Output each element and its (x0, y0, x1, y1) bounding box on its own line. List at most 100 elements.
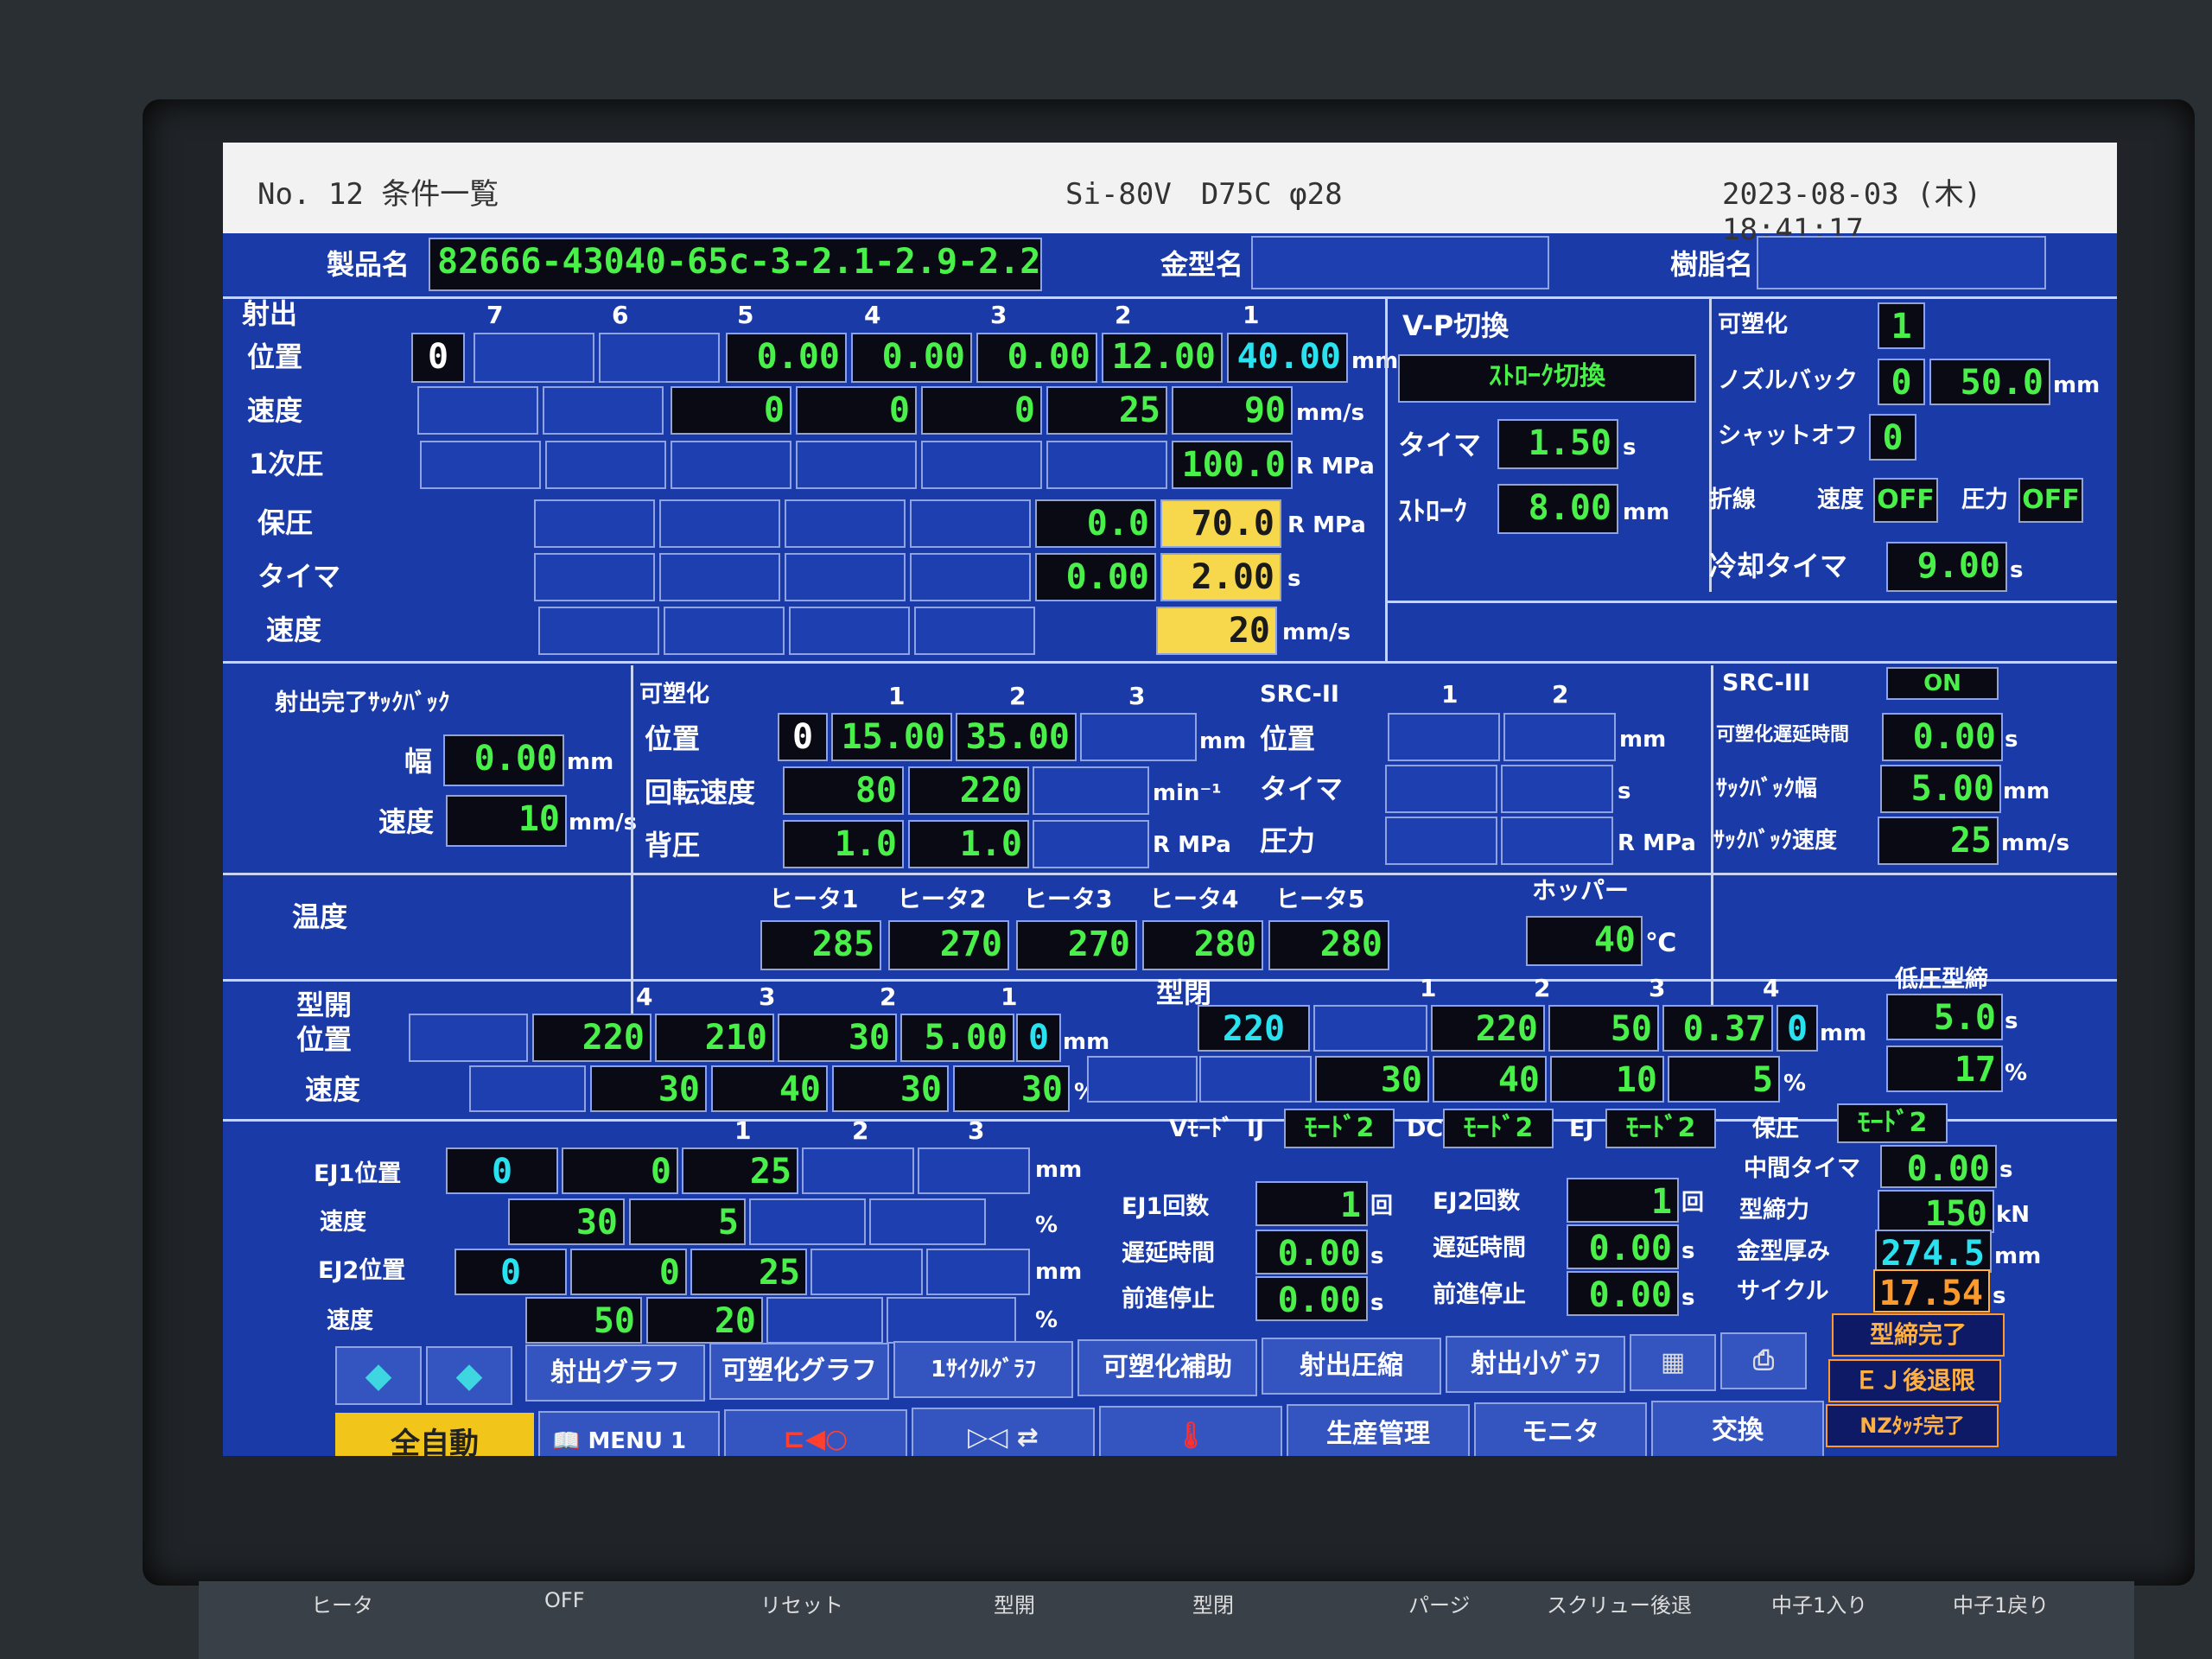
low-pressure-speed[interactable]: 17 (1886, 1046, 2003, 1092)
ej2-speed-1[interactable]: 50 (525, 1297, 642, 1344)
ej1-speed-3[interactable] (749, 1198, 866, 1245)
hold-pressure-step1[interactable]: 70.0 (1160, 499, 1281, 548)
mold-open-pos-1[interactable]: 5.00 (900, 1014, 1014, 1062)
mold-open-speed-1[interactable]: 30 (953, 1065, 1070, 1112)
fold-pressure-toggle[interactable]: OFF (2018, 478, 2083, 523)
inj-pressure-3[interactable] (921, 441, 1042, 489)
back-pressure-2[interactable]: 1.0 (908, 820, 1029, 868)
hold-pressure-3[interactable] (785, 499, 906, 548)
nozzle-back-field1[interactable]: 0 (1878, 359, 1925, 405)
mold-close-speed-1[interactable]: 30 (1315, 1056, 1429, 1103)
fold-speed-toggle[interactable]: OFF (1873, 478, 1938, 523)
screw-action-button[interactable]: ▷◁ ⇄ (912, 1408, 1095, 1456)
prev-page-button[interactable]: ◆ (335, 1346, 422, 1405)
mold-open-speed-4[interactable]: 30 (590, 1065, 707, 1112)
resin-name-field[interactable] (1757, 236, 2046, 289)
inj-pressure-7[interactable] (420, 441, 541, 489)
mold-close-speed-b[interactable] (1199, 1056, 1312, 1103)
inj-pressure-6[interactable] (545, 441, 666, 489)
src2-timer-1[interactable] (1385, 765, 1497, 813)
mold-close-speed-a[interactable] (1087, 1056, 1198, 1103)
mold-close-pos-0[interactable] (1313, 1005, 1427, 1052)
ej1-count-field[interactable]: 1 (1255, 1181, 1368, 1226)
mode-hold-button[interactable]: ﾓｰﾄﾞ2 (1837, 1103, 1948, 1143)
hold-pressure-5[interactable] (534, 499, 655, 548)
mold-open-speed-3[interactable]: 40 (711, 1065, 828, 1112)
ej2-delay-field[interactable]: 0.00 (1567, 1224, 1679, 1269)
src2-pressure-2[interactable] (1501, 817, 1613, 865)
calculator-button[interactable]: ▦ (1630, 1334, 1716, 1391)
clamp-force-field[interactable]: 150 (1878, 1190, 1994, 1233)
src2-pos-1[interactable] (1388, 713, 1500, 761)
plasticize-assist-button[interactable]: 可塑化補助 (1077, 1339, 1257, 1396)
inj-speed-3[interactable]: 0 (921, 386, 1042, 435)
heater-button[interactable]: 🌡 (1099, 1406, 1282, 1456)
inj-speed-7[interactable] (417, 386, 538, 435)
inj-pos-zero[interactable]: 0 (411, 333, 465, 383)
exchange-button[interactable]: 交換 (1651, 1401, 1824, 1456)
suckback-speed-field[interactable]: 10 (446, 795, 567, 847)
inj-pressure-5[interactable] (671, 441, 791, 489)
inj-pos-2[interactable]: 12.00 (1102, 333, 1223, 383)
heater-4-field[interactable]: 280 (1142, 920, 1263, 970)
hold-pressure-4[interactable] (659, 499, 780, 548)
mode-dc-button[interactable]: ﾓｰﾄﾞ2 (1443, 1109, 1554, 1148)
mid-timer-field[interactable]: 0.00 (1880, 1145, 1997, 1188)
product-name-field[interactable]: 82666-43040-65c-3-2.1-2.9-2.2 (429, 238, 1042, 291)
src3-delay-field[interactable]: 0.00 (1882, 713, 2003, 761)
mold-open-pos-3[interactable]: 210 (655, 1014, 774, 1062)
mold-close-speed-4[interactable]: 5 (1668, 1056, 1780, 1103)
ej1-delay-field[interactable]: 0.00 (1255, 1230, 1368, 1274)
src2-pressure-1[interactable] (1385, 817, 1497, 865)
hold-pressure-2[interactable] (910, 499, 1031, 548)
plast-field[interactable]: 1 (1878, 302, 1925, 349)
heater-2-field[interactable]: 270 (888, 920, 1009, 970)
mold-open-speed-2[interactable]: 30 (832, 1065, 949, 1112)
inj-speed-5[interactable]: 0 (671, 386, 791, 435)
shutoff-field[interactable]: 0 (1869, 414, 1916, 461)
hold-pressure-step2[interactable]: 0.0 (1035, 499, 1156, 548)
ej1-speed-4[interactable] (869, 1198, 986, 1245)
mold-open-pos-2[interactable]: 30 (778, 1014, 897, 1062)
ej2-speed-3[interactable] (766, 1297, 883, 1344)
mold-close-speed-2[interactable]: 40 (1433, 1056, 1547, 1103)
ej2-pos-3[interactable] (810, 1249, 923, 1295)
inj-pos-7[interactable] (474, 333, 594, 383)
rpm-1[interactable]: 80 (783, 766, 904, 815)
src2-timer-2[interactable] (1501, 765, 1613, 813)
inj-pos-4[interactable]: 0.00 (851, 333, 972, 383)
suckback-width-field[interactable]: 0.00 (443, 734, 564, 786)
mold-open-pos-zero[interactable]: 0 (1016, 1014, 1061, 1062)
mold-thickness-field[interactable]: 274.5 (1875, 1230, 1992, 1273)
ej2-speed-2[interactable]: 20 (646, 1297, 763, 1344)
production-management-button[interactable]: 生産管理 (1287, 1404, 1470, 1456)
vp-mode-button[interactable]: ｽﾄﾛｰｸ切換 (1398, 354, 1696, 403)
inj-pos-6[interactable] (599, 333, 720, 383)
low-pressure-time[interactable]: 5.0 (1886, 994, 2003, 1040)
ej2-pos-0[interactable]: 0 (454, 1249, 567, 1295)
ej2-pos-2[interactable]: 25 (690, 1249, 807, 1295)
inj-speed-1[interactable]: 90 (1172, 386, 1293, 435)
inj-pressure-2[interactable] (1046, 441, 1167, 489)
src3-sbs-field[interactable]: 25 (1878, 817, 1999, 865)
print-button[interactable]: ⎙ (1720, 1332, 1807, 1389)
inj-pos-5[interactable]: 0.00 (726, 333, 847, 383)
monitor-button[interactable]: モニタ (1474, 1402, 1647, 1456)
ej1-pos-4[interactable] (918, 1147, 1030, 1194)
plast-pos-zero[interactable]: 0 (778, 713, 828, 761)
hold-timer-3[interactable] (785, 553, 906, 601)
injection-compression-button[interactable]: 射出圧縮 (1262, 1338, 1441, 1395)
mode-ij-button[interactable]: ﾓｰﾄﾞ2 (1284, 1109, 1395, 1148)
ej2-count-field[interactable]: 1 (1567, 1178, 1679, 1223)
hold-timer-step1[interactable]: 2.00 (1160, 553, 1281, 601)
mold-close-pos-zero[interactable]: 0 (1777, 1005, 1818, 1052)
ej2-stop-field[interactable]: 0.00 (1567, 1271, 1679, 1316)
mold-action-button[interactable]: ⊏◀○ (724, 1409, 907, 1456)
mold-open-pos-4[interactable]: 220 (532, 1014, 652, 1062)
back-pressure-3[interactable] (1033, 820, 1149, 868)
injection-small-graph-button[interactable]: 射出小ｸﾞﾗﾌ (1446, 1336, 1625, 1393)
ej2-pos-1[interactable]: 0 (570, 1249, 687, 1295)
inj-pos-3[interactable]: 0.00 (976, 333, 1097, 383)
vp-timer-field[interactable]: 1.50 (1497, 419, 1618, 469)
rpm-2[interactable]: 220 (908, 766, 1029, 815)
